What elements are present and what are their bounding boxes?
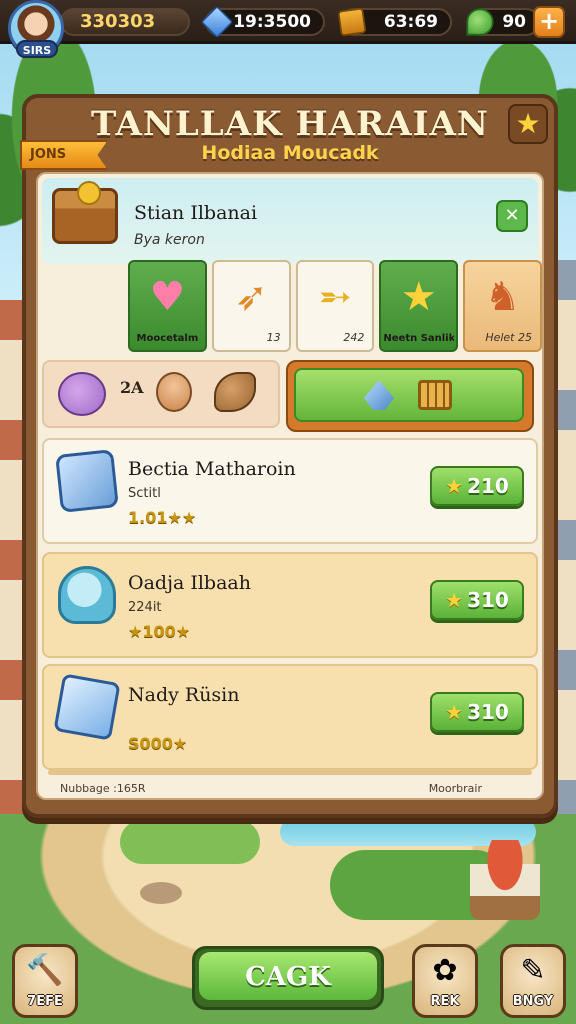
buy-price: 310 [467,588,509,612]
featured-title: Stian Ilbanai [134,202,258,224]
craft-button[interactable] [286,360,534,432]
divider-bar [48,770,532,775]
flower-button[interactable]: ✿ REK [412,944,478,1018]
coin-value: 330303 [80,11,156,32]
coin-counter: 330303 [60,8,190,36]
tile-count: Helet 25 [485,331,532,344]
reward-subtitle: Sctitl [128,486,161,501]
gem-icon [200,5,234,39]
reward-name: Nady Rüsin [128,684,240,706]
reward-row: Nady Rüsin S000★ ★ 310 [42,664,538,770]
featured-subtitle: Bya keron [134,232,205,248]
daily-shop-panel: TANLLAK HARAIAN Hodiaa Moucadk JONS ★ St… [20,94,558,818]
cube-creature-icon [53,673,121,741]
featured-offer: Stian Ilbanai Bya keron ✕ [42,178,538,264]
star-icon: ★ [445,700,464,724]
reward-stars: S000★ [128,734,188,753]
item-tile[interactable]: ➵ 242 [295,260,375,352]
pet-count: 2A [120,378,144,397]
box-icon [337,7,367,37]
ice-box-icon [55,449,119,513]
camel-icon: ♞ [484,274,521,320]
monkey-pet-icon [156,372,192,412]
pet-collection[interactable]: 2A [42,360,280,428]
reward-subtitle: 224it [128,600,162,615]
gem-value: 19:3500 [233,12,311,32]
flower-pot-icon: ✿ [432,953,458,988]
tile-label: Neetn Sanlik [383,333,455,344]
clover-icon[interactable]: ✕ [496,200,528,232]
ribbon-tag: JONS [20,140,108,170]
player-level-badge: SIRS [16,40,58,58]
crystal-label: BNGY [512,994,554,1009]
sun-arrow-icon: ➵ [318,274,352,320]
snail-pet-icon [214,372,256,412]
reward-stars: ★100★ [128,622,191,641]
ghost-creature-icon [58,566,116,624]
panel-subtitle: Hodiaa Moucadk [201,142,379,164]
heart-icon: ♥ [149,274,186,320]
tile-count: 242 [343,331,365,344]
buy-button[interactable]: ★ 210 [430,466,524,506]
bush [120,820,260,864]
reward-row: Bectia Matharoin Sctitl 1.01★★ ★ 210 [42,438,538,544]
back-button[interactable]: CAGK [192,946,384,1010]
footer-left-text: Nubbage :165R [60,782,146,795]
buy-price: 310 [467,700,509,724]
treasure-chest-icon [52,181,118,244]
star-icon: ★ [445,474,464,498]
flower-label: REK [430,994,460,1009]
leaf-counter: 90 [466,8,540,36]
leaf-icon [466,8,494,36]
buy-button[interactable]: ★ 310 [430,580,524,620]
hammer-label: 7EFE [27,994,63,1009]
crystal-wand-icon: ✎ [520,953,546,988]
box-counter: 63:69 [337,7,452,37]
craft-button-face [294,368,524,422]
tile-count: 13 [266,331,281,344]
crate-icon [418,380,452,410]
lantern-hut [470,840,540,920]
blob-pet-icon [58,372,106,416]
add-currency-button[interactable]: + [533,6,565,38]
panel-title: TANLLAK HARAIAN [91,104,489,144]
item-tile[interactable]: ♥ Moocetalm [128,260,207,352]
reward-row: Oadja Ilbaah 224it ★100★ ★ 310 [42,552,538,658]
reward-name: Bectia Matharoin [128,458,296,480]
box-value: 63:69 [383,12,438,32]
item-tiles: ♥ Moocetalm ➶ 13 ➵ 242 ★ Neetn Sanlik ♞ … [128,260,542,352]
star-icon: ★ [445,588,464,612]
crystal-icon [364,380,394,410]
tile-label: Moocetalm [136,333,199,344]
footer-right-text: Moorbrair [428,782,482,795]
arrow-icon: ➶ [234,274,268,320]
crystal-button[interactable]: ✎ BNGY [500,944,566,1018]
panel-content: Stian Ilbanai Bya keron ✕ ♥ Moocetalm ➶ … [36,172,544,800]
item-tile[interactable]: ★ Neetn Sanlik [379,260,459,352]
hammer-button[interactable]: 🔨 7EFE [12,944,78,1018]
star-gem-icon: ★ [400,274,437,320]
hammer-icon: 🔨 [26,953,64,988]
resource-bar: 330303 19:3500 63:69 90 + [0,0,576,44]
leaf-value: 90 [502,12,526,32]
rock [140,882,182,904]
item-tile[interactable]: ♞ Helet 25 [463,260,542,352]
item-tile[interactable]: ➶ 13 [211,260,291,352]
buy-price: 210 [467,474,509,498]
back-button-label: CAGK [199,952,377,1000]
reward-name: Oadja Ilbaah [128,572,251,594]
gem-counter: 19:3500 [200,5,325,39]
buy-button[interactable]: ★ 310 [430,692,524,732]
star-icon[interactable]: ★ [508,104,548,144]
reward-stars: 1.01★★ [128,508,197,527]
